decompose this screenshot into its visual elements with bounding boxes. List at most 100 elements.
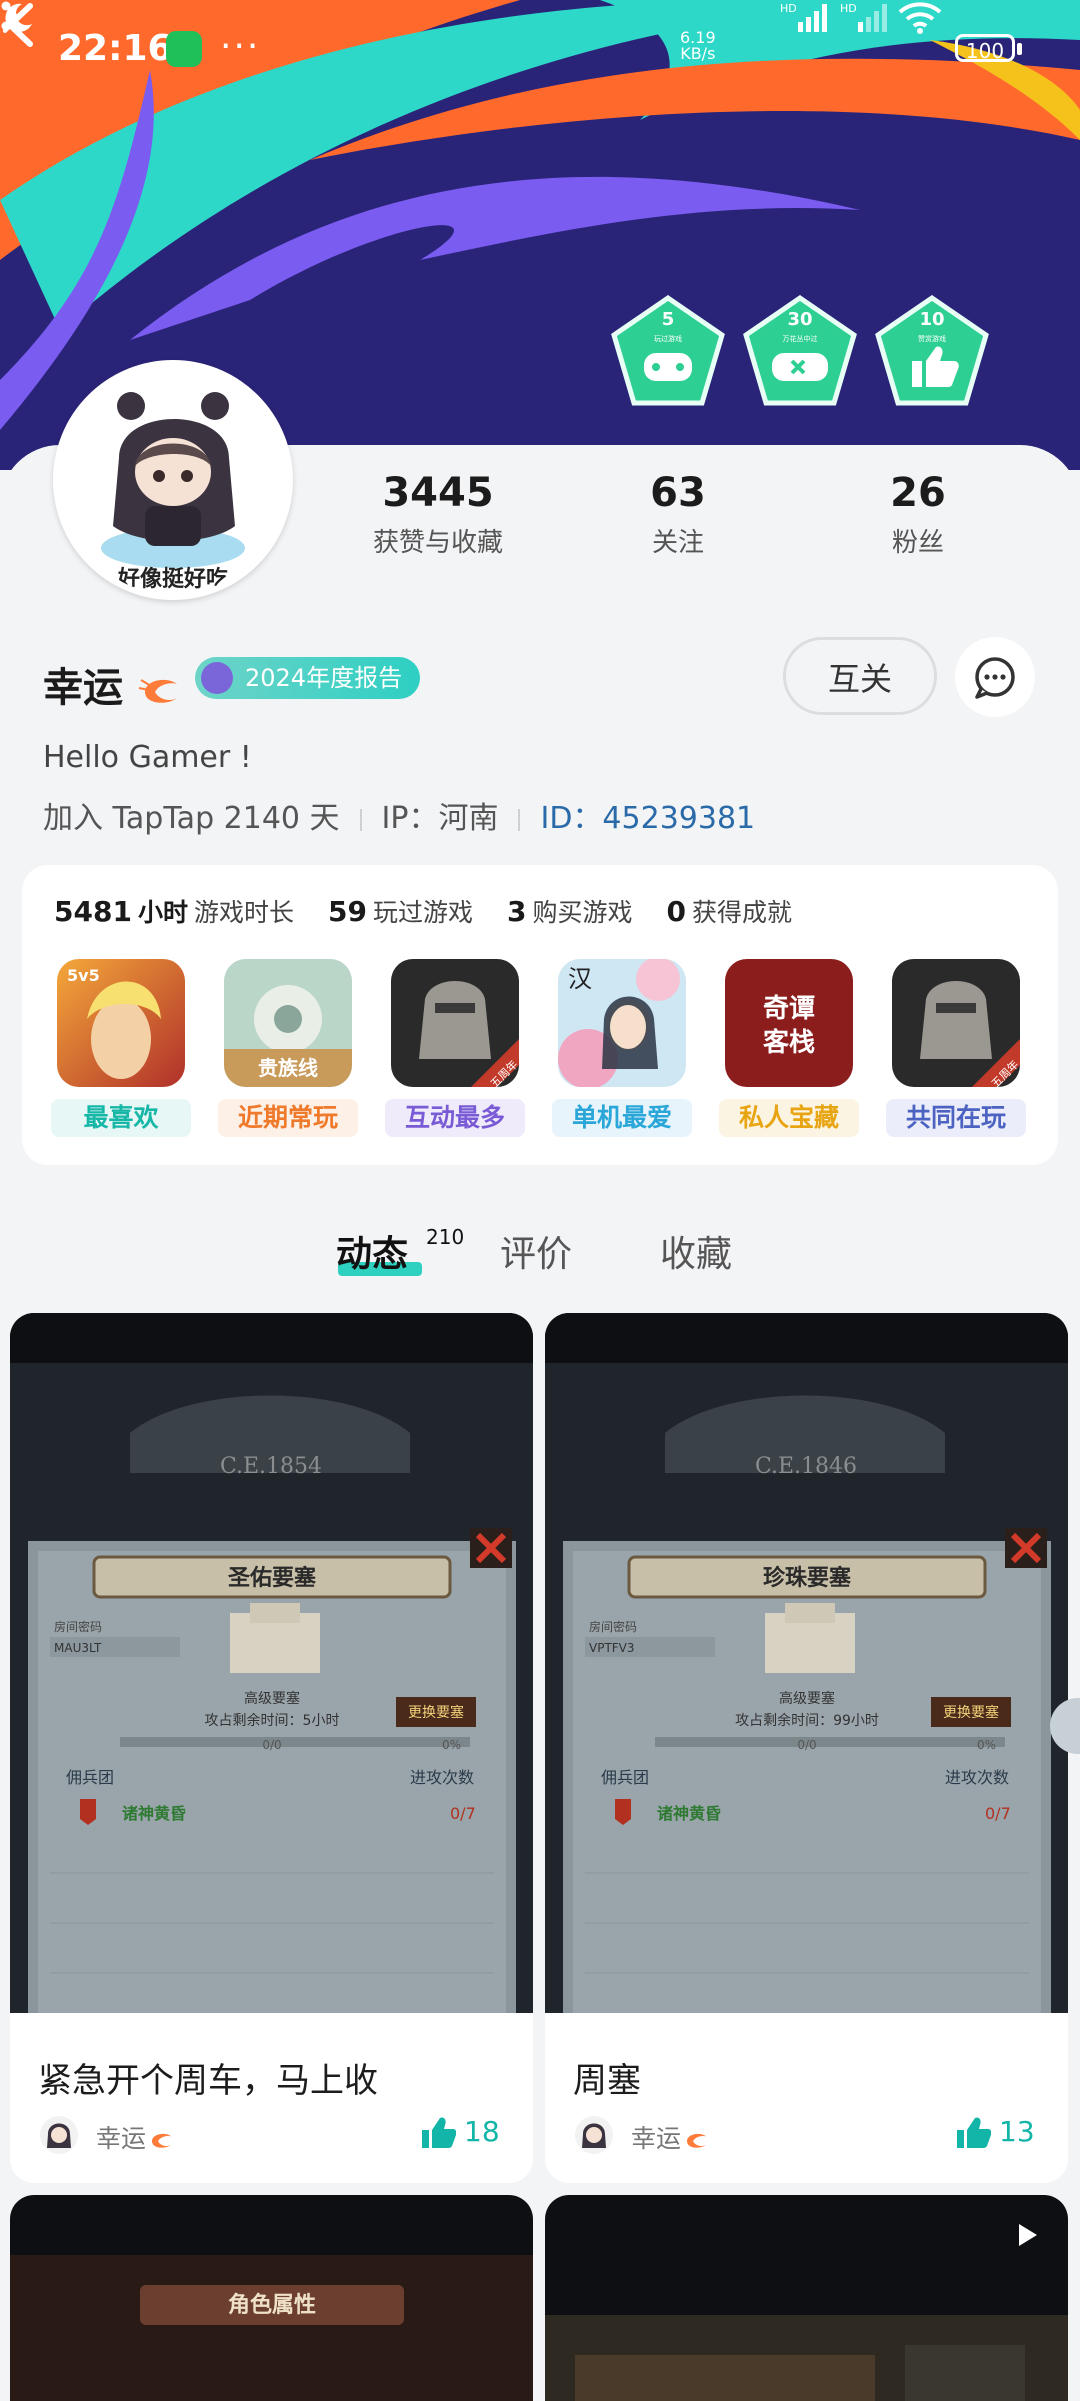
status-more-icon: ···	[220, 26, 261, 67]
tag-treasure[interactable]: 私人宝藏	[719, 1099, 859, 1137]
shrimp-icon	[687, 2133, 707, 2148]
author-name-text: 幸运	[631, 2124, 682, 2153]
badge-count: 5	[662, 309, 675, 330]
tab-reviews[interactable]: 评价	[500, 1225, 572, 1277]
like-button[interactable]: 13	[955, 2115, 1035, 2150]
hours-label: 游戏时长	[193, 898, 294, 927]
shot-guild: 诸神黄昏	[657, 1804, 721, 1823]
username-text: 幸运	[43, 665, 123, 711]
icon-text-line1: 奇谭	[763, 994, 815, 1024]
post-screenshot: C.E.1846 珍珠要塞 房间密码 VPTFV3 高级要塞 攻占剩余时间：99…	[545, 1313, 1068, 2013]
post-screenshot: C.E.1854 圣佑要塞 房间密码 MAU3LT 高级要塞 攻占剩余时间：5小…	[10, 1313, 533, 2013]
profile-meta: 加入 TapTap 2140 天 IP：河南 ID：45239381	[43, 793, 755, 837]
game-icon-treasure[interactable]: 奇谭 客栈	[725, 959, 853, 1087]
post-card[interactable]	[545, 2195, 1068, 2401]
played-label: 玩过游戏	[372, 898, 473, 927]
post-title: 周塞	[573, 2061, 641, 2101]
icon-text: 汉	[568, 965, 592, 993]
screenshot-art: C.E.1846 珍珠要塞 房间密码 VPTFV3 高级要塞 攻占剩余时间：99…	[545, 1313, 1068, 2013]
game-icon-shared[interactable]: 五周年	[892, 959, 1020, 1087]
post-card[interactable]: C.E.1854 圣佑要塞 房间密码 MAU3LT 高级要塞 攻占剩余时间：5小…	[10, 1313, 533, 2183]
network-speed: 6.19 KB/s	[680, 30, 716, 62]
like-button[interactable]: 18	[420, 2115, 500, 2150]
game-summary-card: 5481 小时 游戏时长 59 玩过游戏 3 购买游戏 0 获得成就 5v5 贵族线 五周年	[22, 865, 1058, 1165]
shot-attempts: 0/7	[985, 1804, 1011, 1823]
join-days: 加入 TapTap 2140 天	[43, 801, 340, 836]
game-art: 五周年	[391, 959, 519, 1087]
stat-following[interactable]: 63 关注	[578, 470, 778, 559]
badges-chevron-right-icon[interactable]	[0, 0, 24, 36]
stat-label: 获赞与收藏	[372, 528, 503, 558]
shot-attempts: 0/7	[450, 1804, 476, 1823]
stat-followers[interactable]: 26 粉丝	[818, 470, 1018, 559]
bio: Hello Gamer !	[43, 740, 252, 775]
stat-value: 26	[890, 470, 946, 516]
tag-favorite[interactable]: 最喜欢	[51, 1099, 191, 1137]
thumbs-up-icon	[422, 2117, 456, 2148]
achievements-value: 0	[666, 895, 686, 928]
post-card[interactable]: 角色属性	[10, 2195, 533, 2401]
avatar[interactable]: 好像挺好吃	[53, 360, 293, 600]
badge-praise[interactable]: 10 赞赏游戏	[874, 295, 990, 407]
post-screenshot: 角色属性	[10, 2195, 533, 2401]
shot-progress: 0/0	[262, 1738, 281, 1752]
shot-level: 高级要塞	[779, 1690, 835, 1707]
stat-played[interactable]: 59 玩过游戏	[328, 895, 473, 928]
stat-label: 粉丝	[891, 528, 944, 558]
divider	[518, 808, 521, 831]
shot-change: 更换要塞	[943, 1704, 999, 1721]
avatar-image: 好像挺好吃	[59, 366, 287, 594]
stat-hours[interactable]: 5481 小时 游戏时长	[54, 895, 294, 928]
thumbs-up-icon	[957, 2117, 991, 2148]
game-icon-interact[interactable]: 五周年	[391, 959, 519, 1087]
author-name[interactable]: 幸运	[631, 2119, 711, 2155]
shot-guild: 诸神黄昏	[122, 1804, 186, 1823]
wifi-icon	[898, 2, 942, 34]
achievements-label: 获得成就	[691, 898, 792, 927]
game-art: 奇谭 客栈	[725, 959, 853, 1087]
video-play-icon	[1019, 2224, 1037, 2246]
stat-achievements[interactable]: 0 获得成就	[666, 895, 792, 928]
report-label: 2024年度报告	[245, 664, 403, 692]
icon-text: 贵族线	[258, 1056, 318, 1080]
game-icon-favorite[interactable]: 5v5	[57, 959, 185, 1087]
message-button[interactable]	[955, 637, 1035, 717]
game-icon-recent[interactable]: 贵族线	[224, 959, 352, 1087]
stat-value: 3445	[382, 470, 494, 516]
game-icon-single[interactable]: 汉	[558, 959, 686, 1087]
shot-remain: 攻占剩余时间：99小时	[735, 1712, 879, 1729]
shrimp-icon	[138, 679, 177, 703]
shot-room-code-label: 房间密码	[589, 1619, 637, 1634]
bought-value: 3	[506, 895, 527, 928]
game-stats: 5481 小时 游戏时长 59 玩过游戏 3 购买游戏 0 获得成就	[54, 893, 826, 929]
post-screenshot	[545, 2195, 1068, 2401]
author-avatar[interactable]	[575, 2116, 613, 2154]
shot-fort: 珍珠要塞	[763, 1565, 852, 1591]
stat-bought[interactable]: 3 购买游戏	[506, 895, 633, 928]
badge-caption: 万花丛中过	[783, 334, 818, 343]
tab-favorites[interactable]: 收藏	[660, 1225, 732, 1277]
post-card[interactable]: C.E.1846 珍珠要塞 房间密码 VPTFV3 高级要塞 攻占剩余时间：99…	[545, 1313, 1068, 2183]
badge-played-games[interactable]: 5 玩过游戏	[610, 295, 726, 407]
mutual-follow-button[interactable]: 互关	[783, 637, 937, 715]
tag-shared[interactable]: 共同在玩	[886, 1099, 1026, 1137]
user-id[interactable]: ID：45239381	[540, 801, 755, 836]
signal-icon-1: HD	[780, 2, 827, 32]
tag-single[interactable]: 单机最爱	[552, 1099, 692, 1137]
tab-moments[interactable]: 动态	[336, 1225, 408, 1277]
annual-report-badge[interactable]: 2024年度报告	[195, 657, 421, 699]
stat-likes[interactable]: 3445 获赞与收藏	[338, 470, 538, 559]
report-icon	[201, 662, 233, 694]
tag-interact[interactable]: 互动最多	[385, 1099, 525, 1137]
badge-count: 10	[919, 309, 944, 330]
tag-recent[interactable]: 近期常玩	[218, 1099, 358, 1137]
signal2-label: HD	[840, 2, 857, 15]
icon-text-line2: 客栈	[763, 1027, 815, 1058]
username: 幸运	[43, 655, 183, 713]
controller-badge-icon: 30 万花丛中过	[743, 295, 857, 406]
shot-attack: 进攻次数	[945, 1768, 1009, 1787]
author-avatar[interactable]	[40, 2116, 78, 2154]
badge-flowers[interactable]: 30 万花丛中过	[742, 295, 858, 407]
author-name[interactable]: 幸运	[96, 2119, 176, 2155]
shot-attack: 进攻次数	[410, 1768, 474, 1787]
